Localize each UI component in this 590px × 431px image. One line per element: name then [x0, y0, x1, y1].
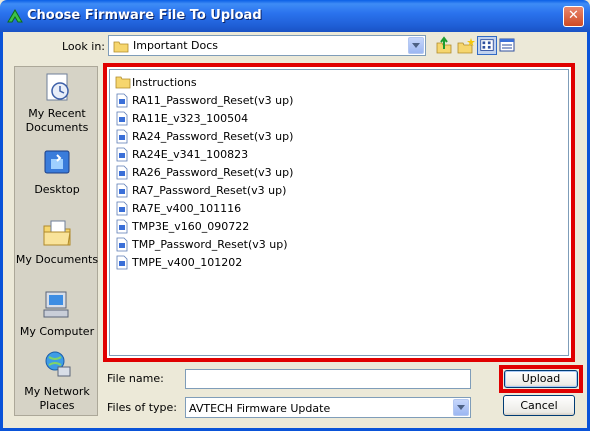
- list-view-icon[interactable]: [477, 36, 497, 55]
- file-icon: [116, 183, 128, 198]
- file-icon: [116, 147, 128, 162]
- place-my-documents[interactable]: My Documents: [15, 217, 99, 267]
- recent-documents-icon: [46, 73, 69, 101]
- folder-icon: [115, 76, 131, 89]
- place-label: My Documents: [15, 253, 99, 266]
- window-title: Choose Firmware File To Upload: [27, 8, 262, 23]
- app-logo-icon: [7, 9, 23, 23]
- place-label: My Computer: [19, 325, 95, 338]
- file-icon: [116, 165, 128, 180]
- file-icon: [116, 255, 128, 270]
- filetype-label: Files of type:: [107, 401, 178, 414]
- place-desktop[interactable]: Desktop: [15, 147, 99, 197]
- upload-button[interactable]: Upload: [504, 370, 578, 388]
- file-icon: [116, 111, 128, 126]
- up-folder-icon[interactable]: [434, 36, 454, 55]
- place-my-computer[interactable]: My Computer: [15, 289, 99, 339]
- new-folder-icon[interactable]: [456, 36, 476, 55]
- lookin-value: Important Docs: [133, 39, 219, 52]
- place-label: My Recent Documents: [25, 107, 89, 134]
- place-label: Desktop: [34, 183, 80, 196]
- place-label: My Network Places: [24, 385, 90, 412]
- file-icon: [116, 201, 128, 216]
- filetype-value: AVTECH Firmware Update: [189, 402, 331, 415]
- upload-highlight: Upload: [499, 365, 583, 393]
- network-places-icon: [45, 351, 71, 377]
- places-bar: My Recent Documents Desktop My Documents…: [14, 66, 98, 416]
- chevron-down-icon[interactable]: [453, 399, 469, 416]
- place-recent-documents[interactable]: My Recent Documents: [15, 71, 99, 135]
- file-icon: [116, 237, 128, 252]
- desktop-icon: [44, 150, 70, 174]
- filename-label: File name:: [107, 372, 164, 385]
- close-button[interactable]: ✕: [563, 6, 584, 27]
- chevron-down-icon[interactable]: [408, 37, 424, 54]
- lookin-dropdown[interactable]: Important Docs: [108, 35, 426, 56]
- filename-input[interactable]: [185, 369, 471, 389]
- file-icon: [116, 129, 128, 144]
- file-icon: [116, 219, 128, 234]
- cancel-button[interactable]: Cancel: [503, 395, 575, 416]
- details-view-icon[interactable]: [497, 36, 517, 55]
- my-computer-icon: [43, 291, 69, 318]
- file-list[interactable]: Instructions RA11_Password_Reset(v3 up) …: [109, 69, 569, 356]
- my-documents-icon: [43, 220, 71, 246]
- filetype-dropdown[interactable]: AVTECH Firmware Update: [185, 397, 471, 418]
- folder-icon: [113, 41, 129, 53]
- title-bar: Choose Firmware File To Upload ✕: [0, 0, 590, 32]
- place-network-places[interactable]: My Network Places: [15, 349, 99, 413]
- file-icon: [116, 93, 128, 108]
- lookin-label: Look in:: [62, 40, 105, 53]
- file-list-highlight: Instructions RA11_Password_Reset(v3 up) …: [103, 63, 575, 362]
